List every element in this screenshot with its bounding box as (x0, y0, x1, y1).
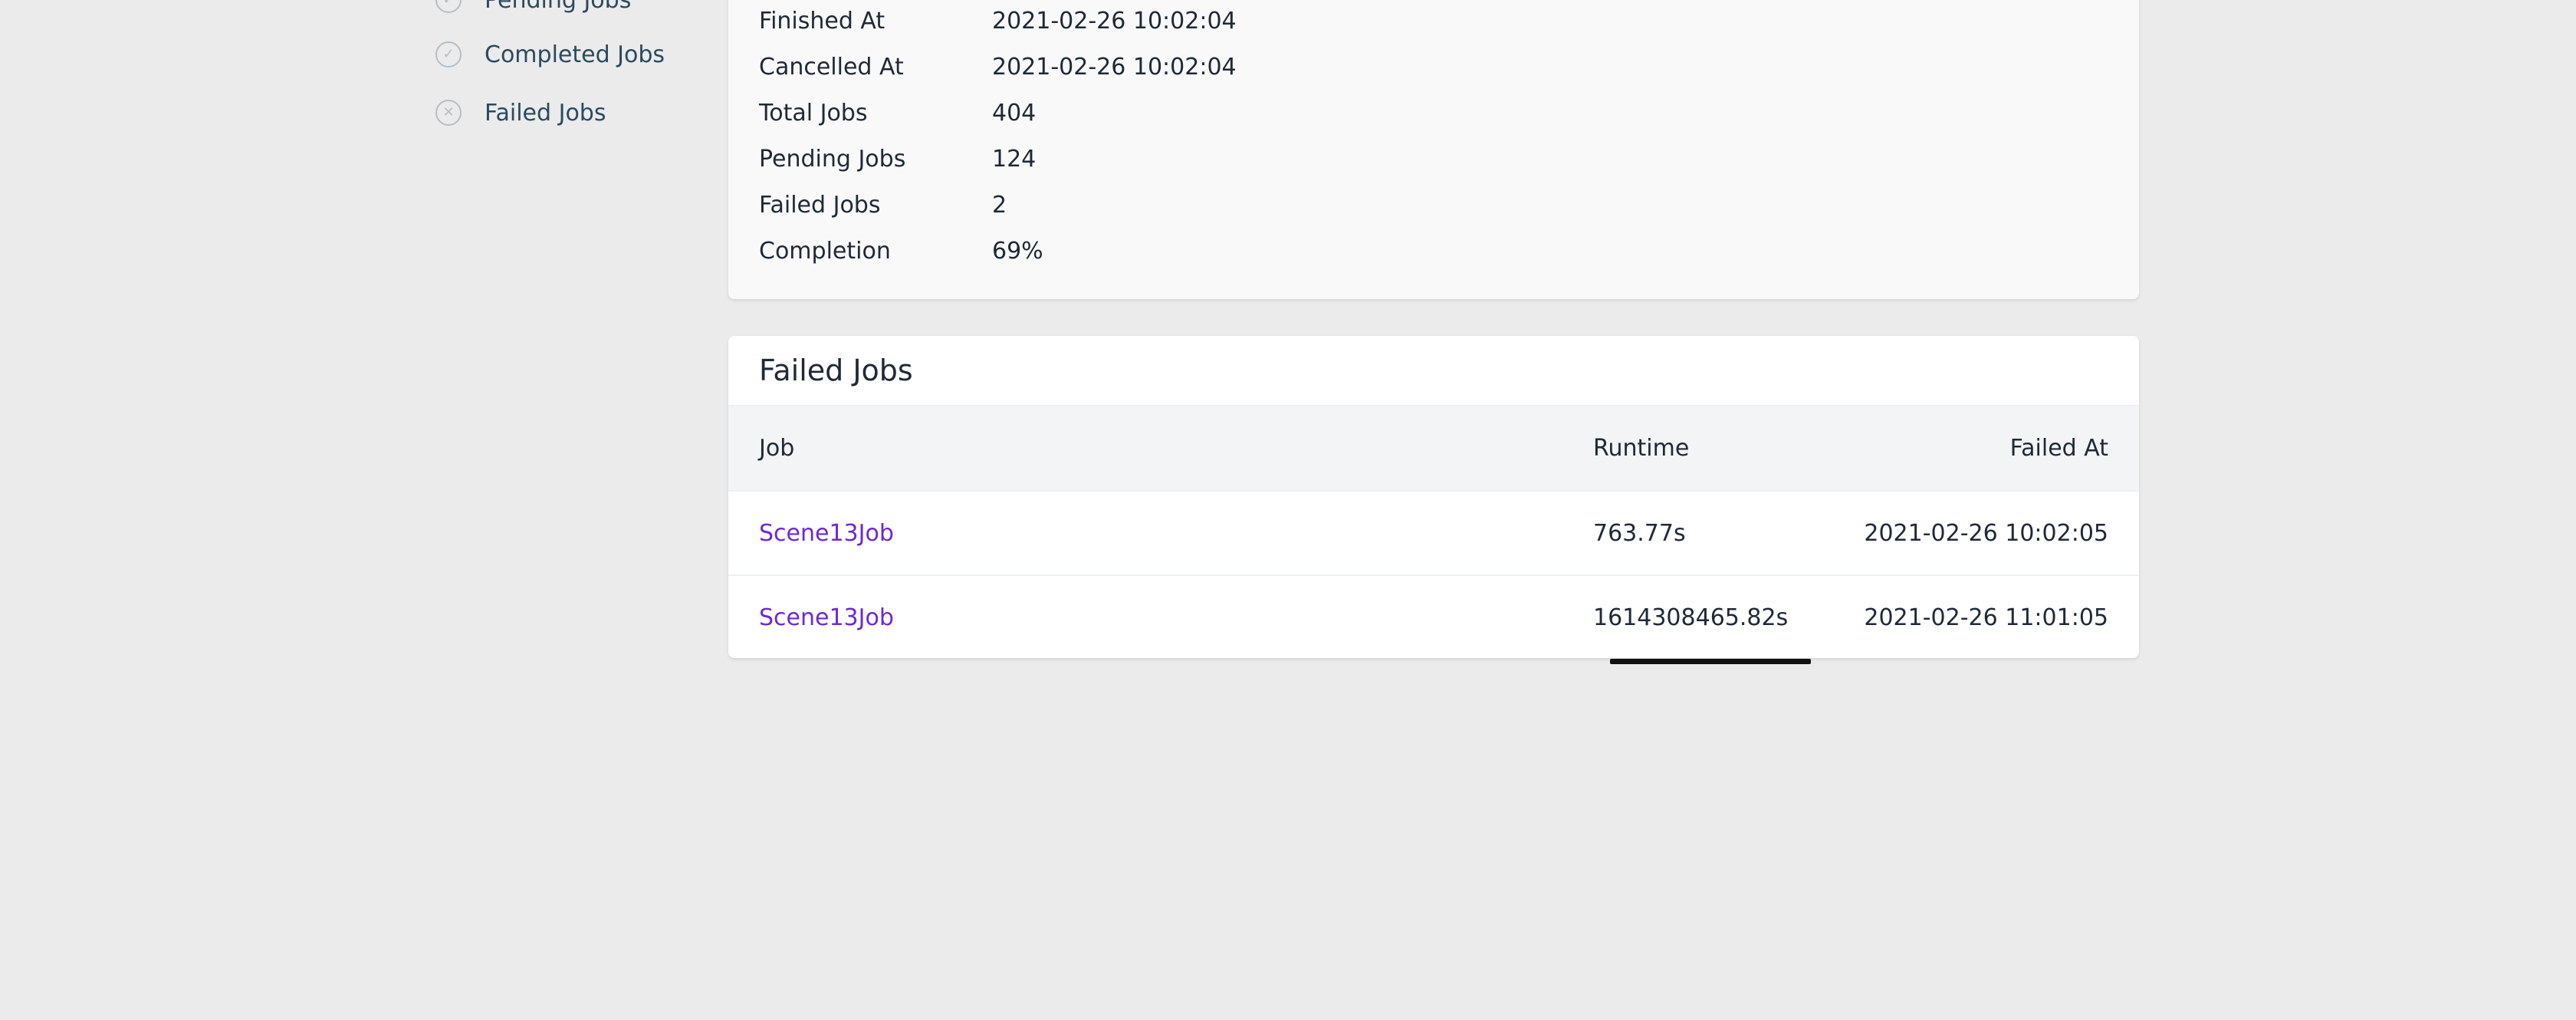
info-key: Cancelled At (759, 53, 904, 81)
info-row-pending-jobs: Pending Jobs 124 (759, 136, 1036, 182)
check-circle-icon: ✓ (435, 0, 462, 13)
info-value: 404 (992, 99, 1037, 127)
info-row-total-jobs: Total Jobs 404 (759, 90, 1036, 136)
job-cell: Scene13Job (728, 575, 1592, 658)
info-key: Completion (759, 237, 891, 265)
card-title: Failed Jobs (728, 336, 2139, 406)
column-header-job: Job (759, 435, 795, 462)
sidebar-item-failed-jobs[interactable]: ✕ Failed Jobs (435, 94, 606, 131)
info-key: Pending Jobs (759, 145, 906, 173)
horizontal-scrollbar[interactable] (1610, 659, 1811, 664)
column-header-runtime: Runtime (1593, 435, 1690, 462)
sidebar-item-pending-jobs[interactable]: ✓ Pending Jobs (435, 0, 631, 18)
info-value: 2021-02-26 10:02:04 (992, 53, 1237, 81)
job-link[interactable]: Scene13Job (759, 520, 894, 547)
info-value: 2021-02-26 10:02:04 (992, 7, 1237, 35)
info-value: 124 (992, 145, 1037, 173)
failed-jobs-table: Job Runtime Failed At Scene13Job 763.77s… (728, 406, 2139, 658)
table-row: Scene13Job 1614308465.82s 2021-02-26 11:… (728, 575, 2139, 658)
info-row-cancelled-at: Cancelled At 2021-02-26 10:02:04 (759, 44, 1237, 90)
failed-at-cell: 2021-02-26 11:01:05 (1864, 604, 2108, 631)
info-row-failed-jobs: Failed Jobs 2 (759, 182, 1007, 228)
column-header-failed-at: Failed At (2009, 435, 2108, 462)
table-row: Scene13Job 763.77s 2021-02-26 10:02:05 (728, 491, 2139, 575)
info-row-finished-at: Finished At 2021-02-26 10:02:04 (759, 0, 1237, 44)
sidebar-item-completed-jobs[interactable]: ✓ Completed Jobs (435, 36, 665, 73)
runtime-cell: 763.77s (1593, 519, 1686, 547)
failed-jobs-card: Failed Jobs Job Runtime Failed At Scene1… (728, 336, 2139, 658)
batch-info-card: Finished At 2021-02-26 10:02:04 Cancelle… (728, 0, 2139, 299)
runtime-cell: 1614308465.82s (1593, 604, 1789, 631)
info-key: Failed Jobs (759, 191, 881, 219)
job-cell: Scene13Job (728, 491, 1592, 575)
check-circle-icon: ✓ (435, 41, 462, 67)
info-value: 69% (992, 237, 1043, 265)
sidebar-item-label: Pending Jobs (485, 0, 632, 14)
x-circle-icon: ✕ (435, 100, 462, 126)
info-value: 2 (992, 191, 1007, 219)
table-header-row: Job Runtime Failed At (728, 406, 2139, 491)
sidebar-item-label: Failed Jobs (485, 99, 606, 127)
failed-at-cell: 2021-02-26 10:02:05 (1864, 519, 2108, 547)
info-row-completion: Completion 69% (759, 228, 1043, 274)
job-link[interactable]: Scene13Job (759, 604, 894, 631)
info-key: Total Jobs (759, 99, 868, 127)
info-key: Finished At (759, 7, 886, 35)
sidebar-item-label: Completed Jobs (485, 41, 665, 68)
